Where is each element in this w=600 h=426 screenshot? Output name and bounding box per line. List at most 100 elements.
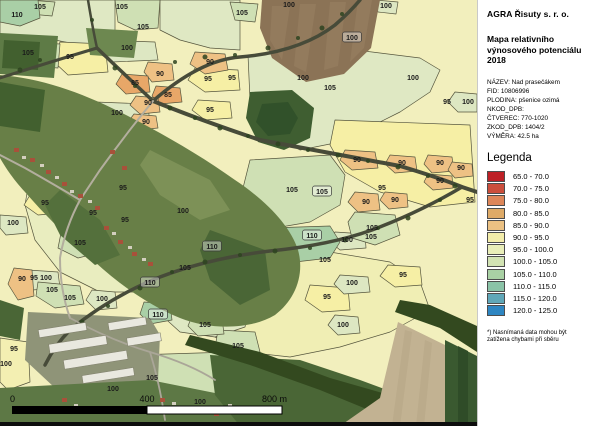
contour-label: 95: [228, 75, 236, 82]
legend-swatch: [487, 183, 505, 194]
scale-bar-white-segment: [147, 406, 282, 414]
contour-label: 100: [380, 3, 392, 10]
contour-label: 100: [346, 280, 358, 287]
contour-label: 90: [142, 119, 150, 126]
legend-swatch: [487, 195, 505, 206]
contour-label: 100: [7, 220, 19, 227]
legend-label: 100.0 - 105.0: [513, 257, 557, 266]
contour-label: 110: [11, 12, 22, 19]
contour-label: 100: [297, 75, 309, 82]
legend-label: 90.0 - 95.0: [513, 233, 549, 242]
contour-label: 90: [144, 100, 152, 107]
legend-label: 75.0 - 80.0: [513, 196, 549, 205]
contour-label: 105: [236, 10, 248, 17]
map-report-page: 1051051101051051001001001059510090908585…: [0, 0, 600, 426]
contour-label: 100: [177, 208, 189, 215]
contour-label: 105: [286, 187, 298, 194]
legend-swatch: [487, 220, 505, 231]
contour-label: 100: [341, 237, 353, 244]
contour-label: 95: [41, 200, 49, 207]
contour-label: 95: [30, 275, 38, 282]
contour-label: 110: [152, 312, 163, 319]
scale-mid-label: 400: [139, 394, 154, 404]
legend-row: 95.0 - 100.0: [487, 244, 594, 256]
legend-title: Legenda: [487, 152, 594, 164]
scale-end-label: 800 m: [262, 394, 287, 404]
contour-label: 100: [346, 35, 358, 42]
contour-label: 105: [324, 85, 336, 92]
contour-label: 100: [107, 386, 119, 393]
contour-label: 105: [74, 240, 86, 247]
parcel-info-line: ZKOD_DPB: 1404/2: [487, 123, 594, 132]
scale-bar-black-segment: [12, 406, 147, 414]
contour-label: 100: [96, 296, 108, 303]
contour-label: 105: [46, 287, 58, 294]
contour-label: 90: [436, 178, 444, 185]
contour-label: 95: [443, 99, 451, 106]
contour-label: 90: [18, 276, 26, 283]
contour-label: 105: [116, 4, 128, 11]
contour-label: 100: [0, 361, 12, 368]
legend-label: 65.0 - 70.0: [513, 172, 549, 181]
legend-row: 100.0 - 105.0: [487, 256, 594, 268]
contour-label: 105: [34, 4, 46, 11]
contour-label: 90: [398, 160, 406, 167]
map-area: 1051051101051051001001001059510090908585…: [0, 0, 477, 426]
contour-label: 100: [462, 99, 474, 106]
legend-label: 105.0 - 110.0: [513, 270, 557, 279]
legend-label: 80.0 - 85.0: [513, 209, 549, 218]
scale-start-label: 0: [10, 394, 15, 404]
legend-row: 65.0 - 70.0: [487, 171, 594, 183]
legend-row: 110.0 - 115.0: [487, 280, 594, 292]
contour-label: 105: [179, 265, 191, 272]
legend-swatch: [487, 232, 505, 243]
contour-label: 105: [316, 189, 328, 196]
contour-label: 95: [323, 294, 331, 301]
legend-label: 120.0 - 125.0: [513, 306, 557, 315]
contour-label: 100: [121, 45, 133, 52]
legend-label: 70.0 - 75.0: [513, 184, 549, 193]
contour-label: 95: [119, 185, 127, 192]
legend-label: 95.0 - 100.0: [513, 245, 553, 254]
legend-swatch: [487, 171, 505, 182]
contour-label: 105: [365, 234, 377, 241]
company-name: AGRA Řisuty s. r. o.: [487, 9, 594, 19]
map-bottom-border: [0, 422, 477, 426]
contour-label: 105: [64, 295, 76, 302]
contour-label: 90: [156, 71, 164, 78]
parcel-info-line: ČTVEREC: 770-1020: [487, 114, 594, 123]
contour-label: 85: [131, 80, 139, 87]
contour-label: 105: [319, 257, 331, 264]
contour-label: 90: [353, 157, 361, 164]
legend-row: 105.0 - 110.0: [487, 268, 594, 280]
side-panel: AGRA Řisuty s. r. o. Mapa relativního vý…: [477, 0, 600, 426]
contour-label: 110: [206, 244, 217, 251]
legend-label: 115.0 - 120.0: [513, 294, 557, 303]
contour-label: 95: [66, 54, 74, 61]
contour-label: 95: [10, 346, 18, 353]
contour-label: 95: [378, 185, 386, 192]
legend-swatch: [487, 281, 505, 292]
contour-label: 95: [399, 272, 407, 279]
contour-label: 110: [144, 280, 155, 287]
legend-label: 110.0 - 115.0: [513, 282, 556, 291]
parcel-info-line: PLODINA: pšenice ozimá: [487, 96, 594, 105]
contour-label: 95: [206, 107, 214, 114]
contour-label: 100: [283, 2, 295, 9]
contour-label: 90: [457, 165, 465, 172]
parcel-info-line: FID: 10806996: [487, 87, 594, 96]
legend-row: 120.0 - 125.0: [487, 305, 594, 317]
contour-label: 90: [362, 199, 370, 206]
contour-label: 90: [391, 197, 399, 204]
contour-label: 110: [306, 233, 317, 240]
legend-swatch: [487, 269, 505, 280]
contour-label: 90: [206, 59, 214, 66]
contour-label: 100: [407, 75, 419, 82]
legend-row: 115.0 - 120.0: [487, 292, 594, 304]
legend-swatch: [487, 244, 505, 255]
legend-row: 90.0 - 95.0: [487, 231, 594, 243]
contour-label: 100: [40, 275, 52, 282]
contour-label: 105: [22, 50, 34, 57]
contour-label: 90: [436, 160, 444, 167]
parcel-info-line: VÝMĚRA: 42.5 ha: [487, 132, 594, 141]
